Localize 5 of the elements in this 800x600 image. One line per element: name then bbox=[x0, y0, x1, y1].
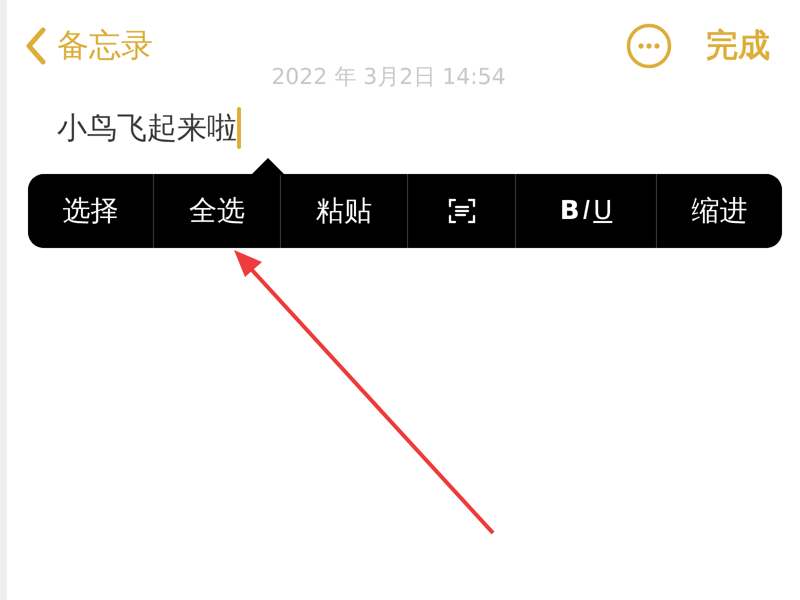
menu-item[interactable]: 缩进 bbox=[656, 174, 782, 248]
chevron-left-icon bbox=[25, 27, 47, 65]
text-cursor bbox=[237, 107, 241, 149]
note-text: 小鸟飞起来啦 bbox=[57, 110, 237, 148]
scan-text-icon bbox=[446, 198, 476, 224]
